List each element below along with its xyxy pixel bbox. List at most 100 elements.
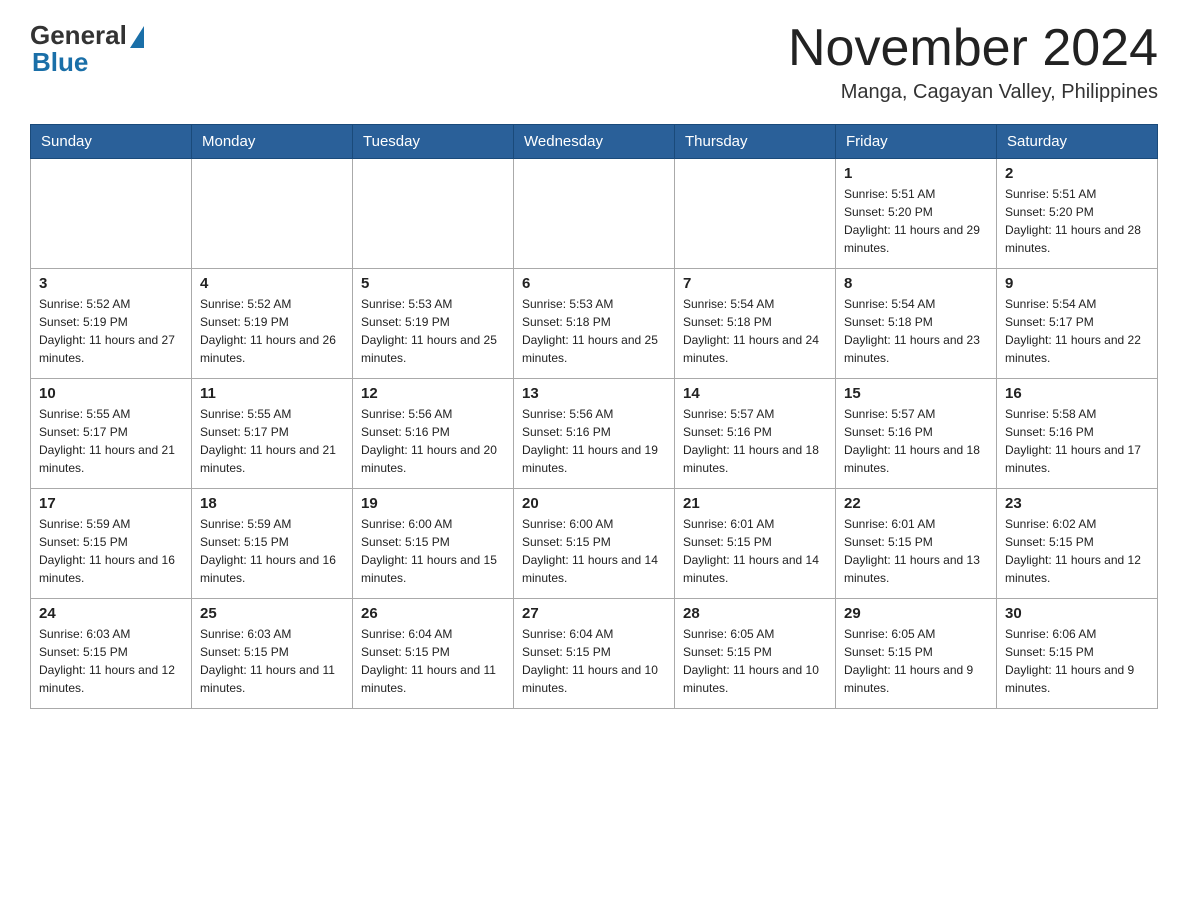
calendar-cell: 27 Sunrise: 6:04 AM Sunset: 5:15 PM Dayli… — [514, 599, 675, 709]
day-info: Sunrise: 5:59 AM Sunset: 5:15 PM Dayligh… — [39, 515, 183, 587]
calendar-cell — [353, 159, 514, 269]
day-number: 5 — [361, 275, 505, 292]
calendar-header-tuesday: Tuesday — [353, 125, 514, 159]
day-info: Sunrise: 6:06 AM Sunset: 5:15 PM Dayligh… — [1005, 625, 1149, 697]
calendar-table: SundayMondayTuesdayWednesdayThursdayFrid… — [30, 124, 1158, 709]
calendar-cell: 29 Sunrise: 6:05 AM Sunset: 5:15 PM Dayli… — [836, 599, 997, 709]
calendar-cell — [31, 159, 192, 269]
calendar-header-monday: Monday — [192, 125, 353, 159]
calendar-cell: 22Sunrise: 6:01 AM Sunset: 5:15 PM Dayli… — [836, 489, 997, 599]
day-info: Sunrise: 5:51 AM Sunset: 5:20 PM Dayligh… — [1005, 185, 1149, 257]
calendar-cell: 4 Sunrise: 5:52 AM Sunset: 5:19 PM Daylig… — [192, 269, 353, 379]
day-info: Sunrise: 6:00 AM Sunset: 5:15 PM Dayligh… — [361, 515, 505, 587]
calendar-cell: 8Sunrise: 5:54 AM Sunset: 5:18 PM Daylig… — [836, 269, 997, 379]
calendar-cell: 6 Sunrise: 5:53 AM Sunset: 5:18 PM Daylig… — [514, 269, 675, 379]
calendar-cell: 2 Sunrise: 5:51 AM Sunset: 5:20 PM Daylig… — [997, 159, 1158, 269]
day-number: 2 — [1005, 165, 1149, 182]
calendar-cell: 15 Sunrise: 5:57 AM Sunset: 5:16 PM Dayli… — [836, 379, 997, 489]
calendar-cell: 9Sunrise: 5:54 AM Sunset: 5:17 PM Daylig… — [997, 269, 1158, 379]
day-info: Sunrise: 6:05 AM Sunset: 5:15 PM Dayligh… — [683, 625, 827, 697]
logo-blue-text: Blue — [32, 47, 88, 78]
day-info: Sunrise: 5:58 AM Sunset: 5:16 PM Dayligh… — [1005, 405, 1149, 477]
day-number: 24 — [39, 605, 183, 622]
day-info: Sunrise: 6:01 AM Sunset: 5:15 PM Dayligh… — [683, 515, 827, 587]
calendar-cell: 3Sunrise: 5:52 AM Sunset: 5:19 PM Daylig… — [31, 269, 192, 379]
day-info: Sunrise: 5:52 AM Sunset: 5:19 PM Dayligh… — [200, 295, 344, 367]
day-info: Sunrise: 5:59 AM Sunset: 5:15 PM Dayligh… — [200, 515, 344, 587]
calendar-cell: 7 Sunrise: 5:54 AM Sunset: 5:18 PM Daylig… — [675, 269, 836, 379]
day-info: Sunrise: 6:00 AM Sunset: 5:15 PM Dayligh… — [522, 515, 666, 587]
day-number: 12 — [361, 385, 505, 402]
day-info: Sunrise: 5:53 AM Sunset: 5:18 PM Dayligh… — [522, 295, 666, 367]
calendar-cell: 25 Sunrise: 6:03 AM Sunset: 5:15 PM Dayli… — [192, 599, 353, 709]
logo: General Blue — [30, 20, 144, 78]
day-info: Sunrise: 5:54 AM Sunset: 5:18 PM Dayligh… — [683, 295, 827, 367]
day-number: 26 — [361, 605, 505, 622]
day-number: 22 — [844, 495, 988, 512]
calendar-cell: 21Sunrise: 6:01 AM Sunset: 5:15 PM Dayli… — [675, 489, 836, 599]
day-number: 30 — [1005, 605, 1149, 622]
day-number: 27 — [522, 605, 666, 622]
calendar-header-saturday: Saturday — [997, 125, 1158, 159]
day-info: Sunrise: 5:51 AM Sunset: 5:20 PM Dayligh… — [844, 185, 988, 257]
page-title: November 2024 — [788, 20, 1158, 77]
day-number: 16 — [1005, 385, 1149, 402]
calendar-cell: 16 Sunrise: 5:58 AM Sunset: 5:16 PM Dayli… — [997, 379, 1158, 489]
calendar-cell: 14 Sunrise: 5:57 AM Sunset: 5:16 PM Dayli… — [675, 379, 836, 489]
day-info: Sunrise: 6:05 AM Sunset: 5:15 PM Dayligh… — [844, 625, 988, 697]
calendar-header-row: SundayMondayTuesdayWednesdayThursdayFrid… — [31, 125, 1158, 159]
day-number: 17 — [39, 495, 183, 512]
day-info: Sunrise: 6:03 AM Sunset: 5:15 PM Dayligh… — [200, 625, 344, 697]
day-info: Sunrise: 6:02 AM Sunset: 5:15 PM Dayligh… — [1005, 515, 1149, 587]
logo-triangle-icon — [130, 26, 144, 48]
calendar-cell: 5Sunrise: 5:53 AM Sunset: 5:19 PM Daylig… — [353, 269, 514, 379]
day-number: 18 — [200, 495, 344, 512]
calendar-cell: 30 Sunrise: 6:06 AM Sunset: 5:15 PM Dayli… — [997, 599, 1158, 709]
day-info: Sunrise: 5:54 AM Sunset: 5:17 PM Dayligh… — [1005, 295, 1149, 367]
calendar-cell: 23Sunrise: 6:02 AM Sunset: 5:15 PM Dayli… — [997, 489, 1158, 599]
day-info: Sunrise: 6:04 AM Sunset: 5:15 PM Dayligh… — [522, 625, 666, 697]
day-number: 6 — [522, 275, 666, 292]
calendar-header-thursday: Thursday — [675, 125, 836, 159]
calendar-week-row: 17 Sunrise: 5:59 AM Sunset: 5:15 PM Dayli… — [31, 489, 1158, 599]
calendar-cell: 10Sunrise: 5:55 AM Sunset: 5:17 PM Dayli… — [31, 379, 192, 489]
calendar-header-sunday: Sunday — [31, 125, 192, 159]
calendar-header-wednesday: Wednesday — [514, 125, 675, 159]
day-number: 1 — [844, 165, 988, 182]
day-info: Sunrise: 5:56 AM Sunset: 5:16 PM Dayligh… — [522, 405, 666, 477]
calendar-cell: 26Sunrise: 6:04 AM Sunset: 5:15 PM Dayli… — [353, 599, 514, 709]
calendar-cell: 1 Sunrise: 5:51 AM Sunset: 5:20 PM Daylig… — [836, 159, 997, 269]
page-subtitle: Manga, Cagayan Valley, Philippines — [788, 81, 1158, 104]
day-number: 13 — [522, 385, 666, 402]
day-number: 14 — [683, 385, 827, 402]
day-number: 29 — [844, 605, 988, 622]
day-info: Sunrise: 6:03 AM Sunset: 5:15 PM Dayligh… — [39, 625, 183, 697]
day-number: 20 — [522, 495, 666, 512]
calendar-cell — [675, 159, 836, 269]
calendar-cell: 12 Sunrise: 5:56 AM Sunset: 5:16 PM Dayli… — [353, 379, 514, 489]
day-number: 25 — [200, 605, 344, 622]
day-number: 4 — [200, 275, 344, 292]
calendar-week-row: 1 Sunrise: 5:51 AM Sunset: 5:20 PM Daylig… — [31, 159, 1158, 269]
day-number: 28 — [683, 605, 827, 622]
day-number: 7 — [683, 275, 827, 292]
day-number: 11 — [200, 385, 344, 402]
day-number: 15 — [844, 385, 988, 402]
calendar-cell: 13 Sunrise: 5:56 AM Sunset: 5:16 PM Dayli… — [514, 379, 675, 489]
day-number: 3 — [39, 275, 183, 292]
calendar-cell: 28 Sunrise: 6:05 AM Sunset: 5:15 PM Dayli… — [675, 599, 836, 709]
day-number: 10 — [39, 385, 183, 402]
calendar-cell: 17 Sunrise: 5:59 AM Sunset: 5:15 PM Dayli… — [31, 489, 192, 599]
day-info: Sunrise: 5:57 AM Sunset: 5:16 PM Dayligh… — [844, 405, 988, 477]
calendar-cell: 11Sunrise: 5:55 AM Sunset: 5:17 PM Dayli… — [192, 379, 353, 489]
day-number: 8 — [844, 275, 988, 292]
day-info: Sunrise: 5:57 AM Sunset: 5:16 PM Dayligh… — [683, 405, 827, 477]
calendar-header-friday: Friday — [836, 125, 997, 159]
day-info: Sunrise: 5:56 AM Sunset: 5:16 PM Dayligh… — [361, 405, 505, 477]
calendar-cell: 19Sunrise: 6:00 AM Sunset: 5:15 PM Dayli… — [353, 489, 514, 599]
calendar-cell: 18 Sunrise: 5:59 AM Sunset: 5:15 PM Dayli… — [192, 489, 353, 599]
calendar-week-row: 24 Sunrise: 6:03 AM Sunset: 5:15 PM Dayli… — [31, 599, 1158, 709]
calendar-cell — [514, 159, 675, 269]
page-header: General Blue November 2024 Manga, Cagaya… — [30, 20, 1158, 104]
calendar-cell — [192, 159, 353, 269]
